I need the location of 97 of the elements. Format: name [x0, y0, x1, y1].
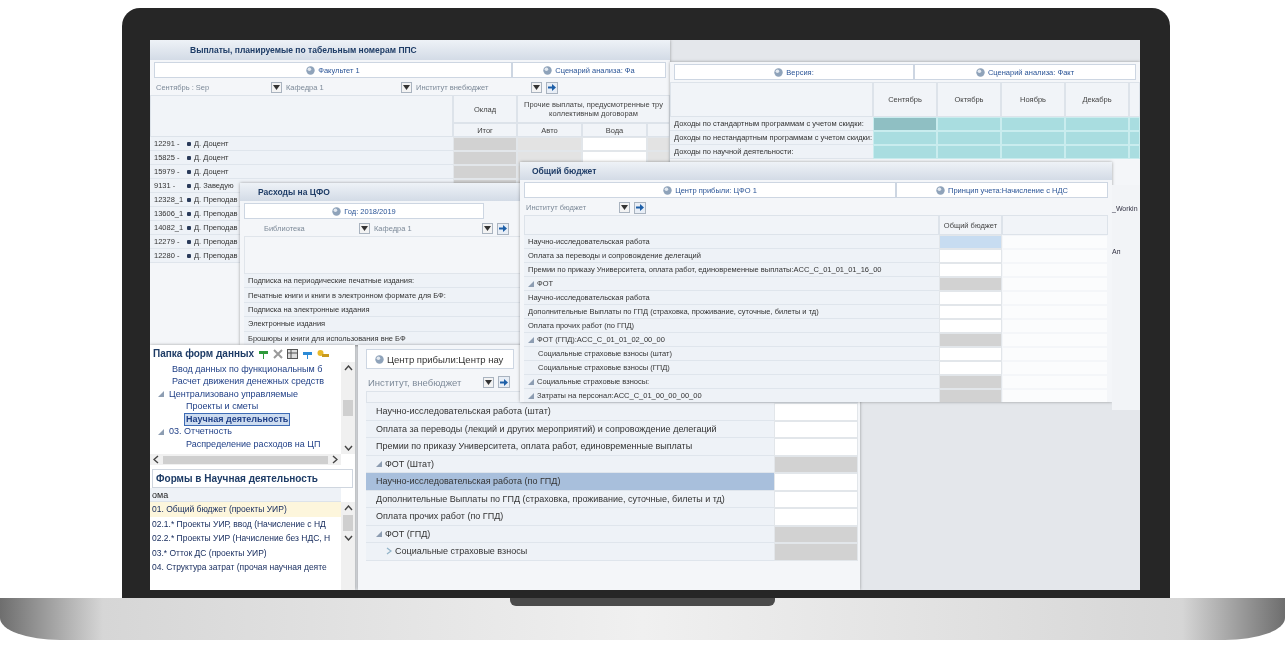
row-label: Премии по приказу Университета, оплата работ, единовременные выплаты [376, 441, 693, 452]
chevron-right-icon [332, 455, 338, 464]
data-cell [937, 145, 1001, 159]
row-label: Оплата прочих работ (по ГПД) [376, 511, 504, 522]
bullet-icon [187, 155, 191, 160]
dropdown-button[interactable] [619, 202, 630, 213]
dropdown-button[interactable] [482, 223, 493, 234]
tree-item[interactable]: Проекты и сметы [184, 400, 261, 414]
scrollbar-thumb[interactable] [343, 400, 353, 416]
row-label: Научно-исследовательская работа (штат) [376, 406, 551, 417]
bullet-icon [187, 183, 191, 188]
globe-icon [306, 65, 316, 75]
tree-item[interactable]: Ввод данных по функциональным б [170, 362, 325, 376]
arrow-icon [499, 225, 507, 232]
globe-icon [543, 65, 553, 75]
dropdown-button[interactable] [401, 82, 412, 93]
caret-icon [484, 226, 491, 231]
delete-icon[interactable] [273, 348, 284, 359]
horizontal-scrollbar[interactable] [150, 454, 341, 465]
data-cell [1129, 145, 1140, 159]
dropdown-button[interactable] [359, 223, 370, 234]
tree-item[interactable]: Централизовано управляемые [167, 387, 300, 401]
caret-icon [533, 85, 540, 90]
bullet-icon [187, 141, 191, 146]
form-item[interactable]: 02.1.* Проекты УИР, ввод (Начисление с НД [150, 516, 341, 531]
row-label: Социальные страховые взносы [395, 546, 528, 557]
dropdown-button[interactable] [271, 82, 282, 93]
data-cell [1001, 145, 1065, 159]
vertical-scrollbar[interactable] [341, 362, 355, 454]
arrow-icon [548, 84, 556, 91]
bullet-icon [187, 225, 191, 230]
data-cell [582, 137, 647, 151]
row-label: ФОТ (Штат) [385, 458, 435, 469]
chevron-down-icon [343, 445, 353, 451]
data-cell [937, 117, 1001, 131]
panel-title: Папка форм данных [153, 348, 255, 359]
data-cell [1065, 117, 1129, 131]
bullet-icon [187, 239, 191, 244]
arrow-icon [500, 378, 508, 386]
form-item[interactable]: 02.2.* Проекты УИР (Начисление без НДС, Н [150, 531, 341, 546]
caret-icon [273, 85, 280, 90]
globe-icon [936, 185, 946, 195]
window-title: Выплаты, планируемые по табельным номерам ППС [150, 40, 670, 60]
pov-selector[interactable]: Центр прибыли:Центр нау [366, 349, 514, 369]
row-label: Дополнительные Выплаты по ГПД (страховка, проживание, суточные, билеты и тд) [376, 493, 725, 504]
tree-item[interactable]: 03. Отчетность [167, 425, 234, 439]
bullet-icon [187, 197, 191, 202]
go-button[interactable] [546, 81, 558, 94]
go-button[interactable] [497, 222, 509, 235]
globe-icon [774, 67, 784, 77]
column-header: ома [150, 488, 341, 502]
dropdown-button[interactable] [531, 82, 542, 93]
form-item[interactable]: 04. Структура затрат (прочая научная деяте [150, 560, 341, 575]
data-cell [1001, 117, 1065, 131]
bullet-icon [187, 169, 191, 174]
bullet-icon [187, 253, 191, 258]
go-button[interactable] [634, 201, 646, 214]
tree-item[interactable]: Расчет движения денежных средств [170, 375, 327, 389]
form-item[interactable]: 01. Общий бюджет (проекты УИР) [150, 502, 341, 517]
window-title: Общий бюджет [520, 162, 1112, 180]
caret-icon [361, 226, 368, 231]
globe-icon [375, 354, 384, 364]
data-cell [1129, 131, 1140, 145]
globe-icon [975, 67, 985, 77]
arrow-icon [636, 204, 644, 211]
scrollbar-thumb[interactable] [343, 515, 353, 531]
bullet-icon [187, 211, 191, 216]
row-label: Научно-исследовательская работа (по ГПД) [376, 476, 561, 487]
form-item[interactable]: 03.* Отток ДС (проекты УИР) [150, 545, 341, 560]
chevron-left-icon [153, 455, 159, 464]
caret-icon [403, 85, 410, 90]
chevron-down-icon [343, 535, 353, 541]
data-cell [517, 137, 582, 151]
tree-item[interactable]: Распределение расходов на ЦП [184, 437, 323, 451]
chevron-up-icon [343, 365, 353, 371]
caret-icon [621, 205, 628, 210]
filter-value: Институт, внебюджет [368, 376, 463, 388]
data-cell [937, 131, 1001, 145]
chevron-up-icon [343, 505, 353, 511]
tree-icon[interactable] [258, 348, 270, 359]
data-cell [1065, 131, 1129, 145]
row-label: ФОТ (ГПД) [385, 528, 431, 539]
scrollbar-thumb[interactable] [163, 455, 328, 464]
row-label: Оплата за переводы (лекций и других мероприятий) и сопровождение делегаций [376, 423, 717, 434]
data-cell [1065, 145, 1129, 159]
grid-icon[interactable] [287, 348, 299, 359]
go-button[interactable] [498, 376, 510, 388]
data-cell [1001, 131, 1065, 145]
caret-icon [485, 379, 492, 385]
tree-item[interactable]: Научная деятельность [184, 412, 291, 426]
dropdown-button[interactable] [483, 376, 494, 388]
data-cell [1129, 117, 1140, 131]
globe-icon [332, 206, 342, 216]
panel-title: Формы в Научная деятельность [152, 469, 353, 488]
globe-icon [663, 185, 673, 195]
key-icon[interactable] [317, 348, 330, 359]
vertical-scrollbar[interactable] [341, 502, 355, 590]
